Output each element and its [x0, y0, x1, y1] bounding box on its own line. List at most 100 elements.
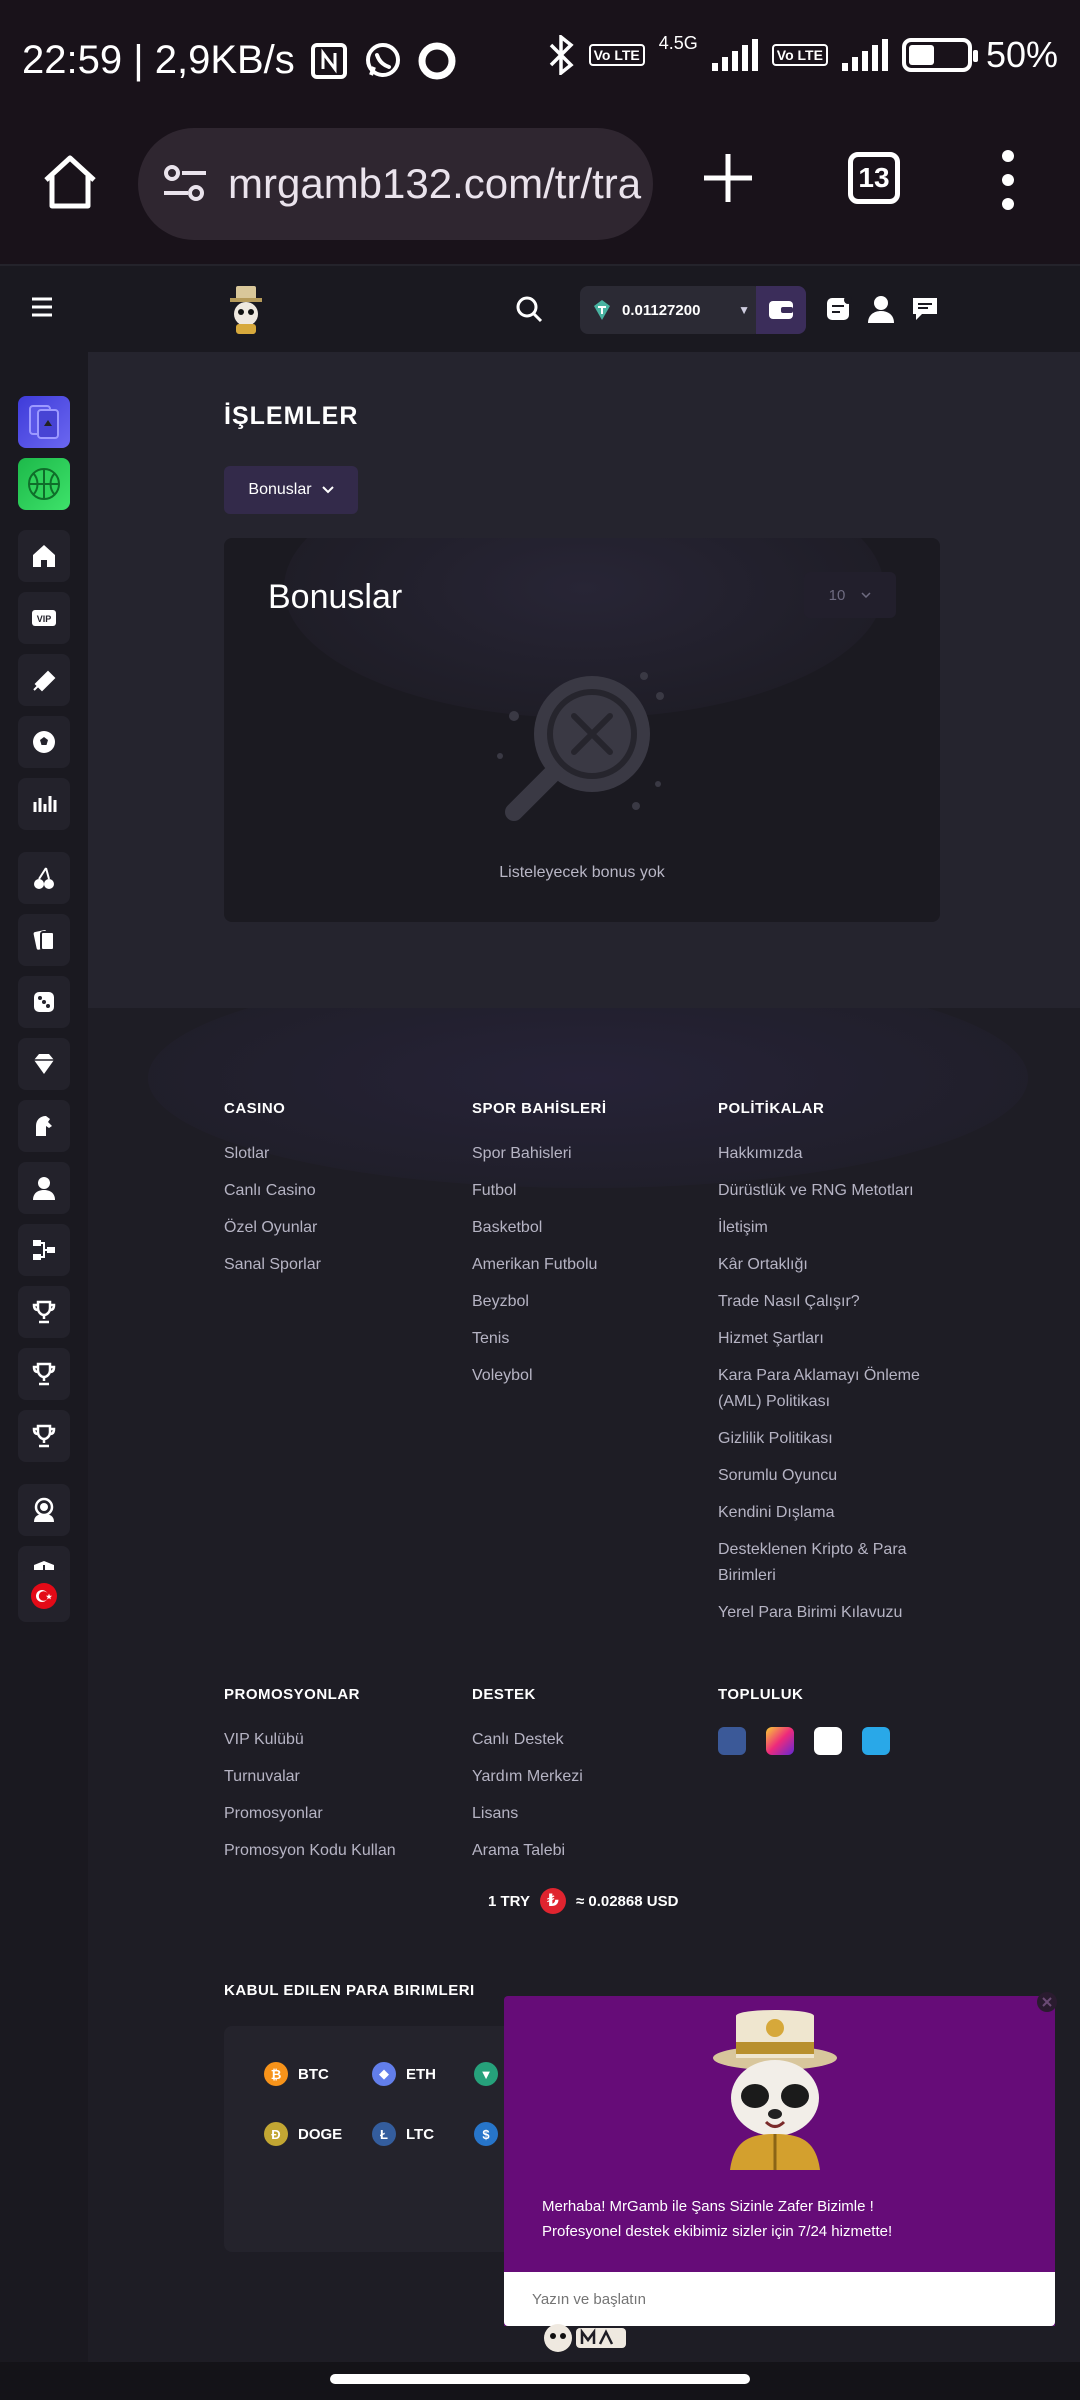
footer-link[interactable]: Promosyonlar: [224, 1801, 464, 1827]
footer-link[interactable]: Hakkımızda: [718, 1141, 958, 1167]
footer-link[interactable]: Slotlar: [224, 1141, 464, 1167]
sidebar-item-support[interactable]: [18, 1484, 70, 1536]
mascot-image: [713, 2010, 837, 2170]
transaction-type-dropdown[interactable]: Bonuslar: [224, 466, 358, 514]
footer-link[interactable]: Kendini Dışlama: [718, 1500, 958, 1526]
home-indicator[interactable]: [330, 2374, 750, 2384]
tether-icon: ▼: [474, 2062, 498, 2086]
wallet-button[interactable]: [756, 286, 806, 334]
footer-link[interactable]: Beyzbol: [472, 1289, 712, 1315]
battery-icon: [901, 38, 978, 72]
footer-link[interactable]: Desteklenen Kripto & Para Birimleri: [718, 1537, 958, 1589]
tab-switcher-button[interactable]: 13: [848, 152, 900, 204]
overflow-menu-icon[interactable]: [998, 148, 1018, 212]
footer-link[interactable]: Gizlilik Politikası: [718, 1426, 958, 1452]
sidebar-item-vip[interactable]: VIP: [18, 592, 70, 644]
sidebar-item-promotions[interactable]: [18, 654, 70, 706]
currency-btc: ₿ BTC: [264, 2062, 329, 2086]
footer-link[interactable]: VIP Kulübü: [224, 1727, 464, 1753]
footer-link[interactable]: Yardım Merkezi: [472, 1764, 712, 1790]
telegram-icon[interactable]: [862, 1727, 890, 1755]
turkey-flag-icon: [31, 1583, 57, 1609]
sports-promo-tile[interactable]: [18, 458, 70, 510]
bitcoin-icon: ₿: [264, 2062, 288, 2086]
sidebar-item-tournament-1[interactable]: [18, 1286, 70, 1338]
chat-close-button[interactable]: [1037, 1992, 1057, 2012]
sidebar-item-slots[interactable]: [18, 852, 70, 904]
footer-link[interactable]: Canlı Destek: [472, 1727, 712, 1753]
sidebar-item-football[interactable]: [18, 716, 70, 768]
page-size-dropdown[interactable]: 10: [804, 572, 896, 618]
currency-label: DOGE: [298, 2125, 343, 2143]
url-text[interactable]: mrgamb132.com/tr/tra: [228, 160, 641, 208]
site-logo[interactable]: [224, 284, 268, 336]
x-icon[interactable]: [814, 1727, 842, 1755]
battery-percent: 50%: [985, 34, 1058, 75]
casino-promo-tile[interactable]: [18, 396, 70, 448]
footer-link[interactable]: İletişim: [718, 1215, 958, 1241]
footer-link[interactable]: Voleybol: [472, 1363, 712, 1389]
sidebar-item-live-casino[interactable]: [18, 914, 70, 966]
language-selector[interactable]: [18, 1570, 70, 1622]
chat-line-2: Profesyonel destek ekibimiz sizler için …: [542, 2223, 893, 2240]
footer-link[interactable]: Hizmet Şartları: [718, 1326, 958, 1352]
chat-message-input[interactable]: [504, 2272, 1055, 2326]
sidebar-item-tournament-2[interactable]: [18, 1348, 70, 1400]
sidebar-item-virtual[interactable]: [18, 1100, 70, 1152]
chat-icon[interactable]: [910, 294, 940, 324]
footer-link[interactable]: Lisans: [472, 1801, 712, 1827]
sidebar-item-trade[interactable]: [18, 778, 70, 830]
new-tab-icon[interactable]: [700, 150, 756, 206]
footer-link[interactable]: Amerikan Futbolu: [472, 1252, 712, 1278]
site-settings-icon[interactable]: [162, 161, 208, 207]
footer-link[interactable]: Kara Para Aklamayı Önleme (AML) Politika…: [718, 1363, 958, 1415]
volte-badge-2: Vo LTE: [771, 44, 828, 66]
footer-column-casino: CASINO Slotlar Canlı Casino Özel Oyunlar…: [224, 1100, 464, 1289]
left-sidebar: VIP: [0, 352, 88, 2362]
facebook-icon[interactable]: [718, 1727, 746, 1755]
ticket-icon: [33, 670, 56, 692]
sidebar-item-affiliate[interactable]: [18, 1224, 70, 1276]
footer-link[interactable]: Yerel Para Birimi Kılavuzu: [718, 1600, 958, 1626]
user-icon[interactable]: [866, 294, 896, 324]
address-bar[interactable]: mrgamb132.com/tr/tra: [138, 128, 653, 240]
footer-link[interactable]: Spor Bahisleri: [472, 1141, 712, 1167]
instagram-icon[interactable]: [766, 1727, 794, 1755]
hamburger-menu-icon[interactable]: [30, 296, 58, 318]
sidebar-item-jackpot[interactable]: [18, 1038, 70, 1090]
footer-link[interactable]: Özel Oyunlar: [224, 1215, 464, 1241]
navigation-gesture-bar: [0, 2362, 1080, 2400]
footer-link[interactable]: Promosyon Kodu Kullan: [224, 1838, 464, 1864]
sidebar-item-home[interactable]: [18, 530, 70, 582]
network-type: 4.5G: [658, 32, 698, 53]
chevron-down-icon: [861, 592, 871, 598]
home-icon: [33, 545, 55, 567]
footer-column-sports: SPOR BAHİSLERİ Spor Bahisleri Futbol Bas…: [472, 1100, 712, 1400]
footer-link[interactable]: Kâr Ortaklığı: [718, 1252, 958, 1278]
footer-link[interactable]: Basketbol: [472, 1215, 712, 1241]
footer-link[interactable]: Turnuvalar: [224, 1764, 464, 1790]
footer-link[interactable]: Trade Nasıl Çalışır?: [718, 1289, 958, 1315]
diamond-icon: [34, 1054, 54, 1074]
close-icon: [1042, 1997, 1052, 2007]
home-icon[interactable]: [38, 150, 102, 214]
footer-link[interactable]: Sorumlu Oyuncu: [718, 1463, 958, 1489]
footer-link[interactable]: Arama Talebi: [472, 1838, 712, 1864]
card-title: Bonuslar: [268, 578, 403, 616]
balance-selector[interactable]: 0.01127200 ▼: [580, 286, 762, 334]
sidebar-item-profile[interactable]: [18, 1162, 70, 1214]
search-icon[interactable]: [514, 294, 544, 324]
sidebar-item-tournament-3[interactable]: [18, 1410, 70, 1462]
person-icon: [33, 1177, 55, 1200]
status-left: 22:59 | 2,9KB/s: [22, 38, 457, 83]
notes-icon[interactable]: [824, 294, 854, 324]
footer-heading: POLİTİKALAR: [718, 1100, 825, 1117]
footer-heading: CASINO: [224, 1100, 286, 1117]
footer-link[interactable]: Dürüstlük ve RNG Metotları: [718, 1178, 958, 1204]
footer-link[interactable]: Canlı Casino: [224, 1178, 464, 1204]
footer-link[interactable]: Sanal Sporlar: [224, 1252, 464, 1278]
footer-link[interactable]: Futbol: [472, 1178, 712, 1204]
footer-link[interactable]: Tenis: [472, 1326, 712, 1352]
footer-column-promotions: PROMOSYONLAR VIP Kulübü Turnuvalar Promo…: [224, 1686, 464, 1875]
sidebar-item-special-games[interactable]: [18, 976, 70, 1028]
